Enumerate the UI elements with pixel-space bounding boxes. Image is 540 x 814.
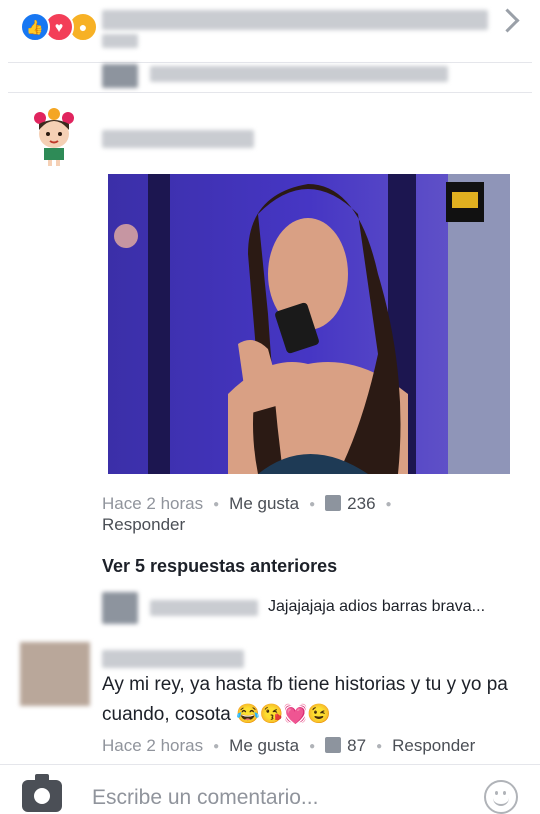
divider bbox=[8, 92, 532, 93]
reply-author-blurred bbox=[150, 600, 258, 616]
like-count[interactable]: 87 bbox=[347, 736, 366, 755]
avatar bbox=[102, 592, 138, 624]
dot-separator: ● bbox=[309, 741, 316, 753]
see-previous-replies-link[interactable]: Ver 5 respuestas anteriores bbox=[102, 556, 337, 577]
commenter-name-blurred[interactable] bbox=[102, 650, 244, 668]
comment-avatar[interactable] bbox=[20, 642, 90, 706]
comment-input[interactable]: Escribe un comentario... bbox=[92, 786, 318, 810]
reply-link[interactable]: Responder bbox=[392, 736, 475, 755]
comment-image[interactable] bbox=[108, 174, 510, 474]
divider bbox=[0, 764, 540, 765]
cartoon-avatar-icon bbox=[24, 108, 84, 168]
avatar bbox=[102, 64, 138, 88]
comment-meta: Hace 2 horas ● Me gusta ● 87 ● Responder bbox=[102, 736, 475, 756]
reply-label: Responder bbox=[102, 515, 186, 534]
like-link[interactable]: Me gusta bbox=[229, 494, 299, 513]
commenter-name-blurred[interactable] bbox=[102, 130, 254, 148]
dot-separator: ● bbox=[213, 499, 220, 511]
chevron-right-icon[interactable] bbox=[495, 8, 520, 33]
dot-separator: ● bbox=[376, 741, 383, 753]
emoji-icon[interactable] bbox=[484, 780, 518, 814]
comment-time: Hace 2 horas bbox=[102, 494, 204, 513]
dot-separator: ● bbox=[385, 499, 392, 511]
reply-link[interactable]: Responder bbox=[102, 515, 185, 535]
reply-preview-blurred bbox=[150, 66, 448, 82]
reply-preview-text[interactable]: Jajajajaja adios barras brava... bbox=[268, 598, 485, 616]
reactors-names-blurred-2 bbox=[102, 34, 138, 48]
thumbs-up-icon bbox=[325, 495, 342, 511]
comment-text: Ay mi rey, ya hasta fb tiene historias y… bbox=[102, 674, 508, 725]
emoji-eye bbox=[503, 791, 506, 795]
like-count[interactable]: 236 bbox=[347, 494, 375, 513]
comment-meta: Hace 2 horas ● Me gusta ● 236 ● bbox=[102, 494, 402, 514]
comment-time: Hace 2 horas bbox=[102, 736, 204, 755]
camera-icon[interactable] bbox=[22, 774, 62, 812]
reactors-names-blurred bbox=[102, 10, 488, 30]
like-link[interactable]: Me gusta bbox=[229, 736, 299, 755]
comment-photo bbox=[108, 174, 510, 474]
camera-lens bbox=[34, 788, 50, 804]
thumbs-up-icon bbox=[325, 737, 342, 753]
like-icon: 👍 bbox=[20, 12, 50, 42]
dot-separator: ● bbox=[213, 741, 220, 753]
emoji-eye bbox=[495, 791, 498, 795]
comment-avatar[interactable] bbox=[24, 108, 84, 168]
divider bbox=[8, 62, 532, 63]
dot-separator: ● bbox=[309, 499, 316, 511]
